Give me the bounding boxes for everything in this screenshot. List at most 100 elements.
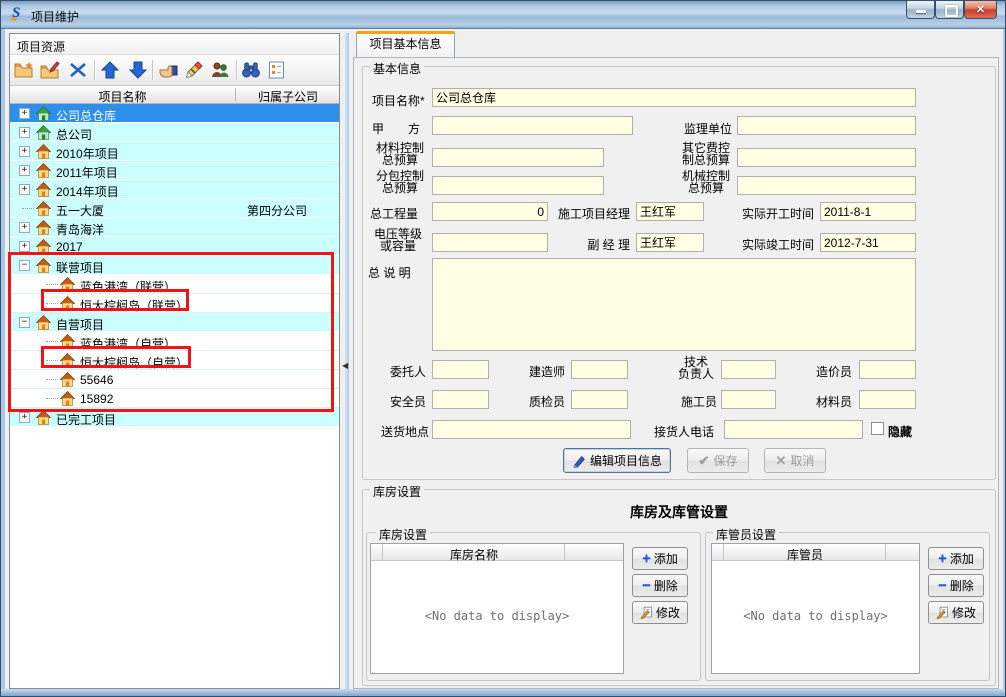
project-name-input[interactable] [432, 88, 916, 107]
tree-item-2[interactable]: + 总公司 [10, 123, 339, 142]
expander-icon[interactable]: + [19, 108, 30, 119]
house-icon [60, 353, 75, 368]
panel-caption: 项目资源 [10, 34, 339, 55]
tree-item-10[interactable]: 蓝色港湾（联营） [10, 275, 339, 294]
quality-inspector-input[interactable] [571, 390, 628, 409]
keeper-add-button[interactable]: + 添加 [928, 547, 984, 570]
column-header-name[interactable]: 项目名称 [10, 88, 235, 105]
tree-item-1[interactable]: +公司总仓库 [10, 104, 339, 123]
minimize-button[interactable] [906, 1, 935, 19]
actual-start-input[interactable] [820, 202, 916, 221]
supervisor-unit-input[interactable] [737, 116, 916, 135]
deputy-manager-input[interactable] [636, 233, 704, 252]
hide-checkbox[interactable] [871, 422, 884, 435]
voltage-input[interactable] [432, 233, 548, 252]
expander-icon[interactable]: + [19, 184, 30, 195]
expander-icon[interactable]: − [19, 317, 30, 328]
tree-item-13[interactable]: 蓝色港湾（自营） [10, 332, 339, 351]
builder-input[interactable] [571, 360, 628, 379]
keeper-column-header[interactable]: 库管员 [725, 546, 885, 563]
expander-icon[interactable]: + [19, 241, 30, 252]
tree-item-4[interactable]: +2011年项目 [10, 161, 339, 180]
view-list-icon[interactable] [267, 60, 287, 80]
move-down-icon[interactable] [128, 60, 148, 80]
tech-lead-input[interactable] [721, 360, 776, 379]
tree-item-11[interactable]: 恒大棕榈岛（联营） [10, 294, 339, 313]
collapse-arrow-icon[interactable]: ◀ [342, 361, 348, 370]
search-binoculars-icon[interactable] [241, 60, 261, 80]
cost-estimator-input[interactable] [859, 360, 916, 379]
tree-item-12[interactable]: −自营项目 [10, 313, 339, 332]
tree-item-15[interactable]: 55646 [10, 370, 339, 389]
delete-icon[interactable] [68, 60, 88, 80]
warehouse-modify-button[interactable]: 修改 [632, 601, 688, 624]
expander-icon[interactable]: + [19, 222, 30, 233]
tree-item-17[interactable]: +已完工项目 [10, 408, 339, 427]
construction-worker-input[interactable] [721, 390, 776, 409]
material-budget-input[interactable] [432, 148, 604, 167]
edit-project-button[interactable]: 编辑项目信息 [563, 448, 671, 473]
column-header-company[interactable]: 归属子公司 [236, 88, 340, 105]
warehouse-remove-button[interactable]: − 删除 [632, 574, 688, 597]
description-textarea[interactable] [432, 258, 916, 351]
title-bar[interactable]: S 项目维护 [1, 1, 1006, 29]
tree-item-6[interactable]: 五一大厦 第四分公司 [10, 199, 339, 218]
tree-item-label: 五一大厦 [56, 202, 104, 219]
house-icon [36, 315, 51, 330]
close-button[interactable]: ✕ [964, 1, 997, 19]
hide-checkbox-label: 隐藏 [888, 423, 912, 440]
delivery-address-input[interactable] [432, 420, 631, 439]
expander-icon[interactable]: + [19, 127, 30, 138]
party-a-input[interactable] [432, 116, 633, 135]
edit-folder-icon[interactable] [40, 60, 60, 80]
keeper-list[interactable]: 库管员 <No data to display> [711, 543, 920, 674]
tree-item-14[interactable]: 恒大棕榈岛（自营） [10, 351, 339, 370]
save-button[interactable]: ✔ 保存 [687, 448, 749, 473]
tree-item-7[interactable]: +青岛海洋 [10, 218, 339, 237]
warehouse-list[interactable]: 库房名称 <No data to display> [370, 543, 624, 674]
expander-icon[interactable]: + [19, 165, 30, 176]
other-fee-budget-input[interactable] [737, 148, 916, 167]
new-folder-icon[interactable] [14, 60, 34, 80]
warehouse-list-header[interactable]: 库房名称 [371, 544, 623, 561]
subcontract-budget-input[interactable] [432, 176, 604, 195]
receiver-phone-label: 接货人电话 [654, 423, 714, 440]
actual-finish-input[interactable] [820, 233, 916, 252]
project-manager-input[interactable] [636, 202, 704, 221]
tree-item-company: 第四分公司 [247, 202, 337, 219]
move-up-icon[interactable] [100, 60, 120, 80]
tree-item-label: 总公司 [56, 126, 92, 143]
tree-item-5[interactable]: +2014年项目 [10, 180, 339, 199]
material-officer-input[interactable] [859, 390, 916, 409]
expander-icon[interactable]: + [19, 412, 30, 423]
panel-splitter[interactable]: ◀ [340, 33, 353, 689]
hand-pointer-icon[interactable] [158, 60, 178, 80]
tree-item-8[interactable]: +2017 [10, 237, 339, 256]
keeper-remove-button[interactable]: − 删除 [928, 574, 984, 597]
safety-officer-input[interactable] [432, 390, 489, 409]
cancel-button[interactable]: ✕ 取消 [764, 448, 826, 473]
keeper-remove-label: 删除 [950, 577, 974, 594]
project-resource-panel: 项目资源 [9, 33, 340, 689]
keeper-list-header[interactable]: 库管员 [712, 544, 919, 561]
receiver-phone-input[interactable] [724, 420, 863, 439]
tab-project-basic-info[interactable]: 项目基本信息 [356, 31, 455, 57]
warehouse-add-button[interactable]: + 添加 [632, 547, 688, 570]
keeper-modify-button[interactable]: 修改 [928, 601, 984, 624]
total-quantity-input[interactable] [432, 202, 548, 221]
house-icon [36, 125, 51, 140]
users-icon[interactable] [210, 60, 230, 80]
tree-item-9[interactable]: −联营项目 [10, 256, 339, 275]
tree-item-3[interactable]: +2010年项目 [10, 142, 339, 161]
tree-item-16[interactable]: 15892 [10, 389, 339, 408]
expander-icon[interactable]: + [19, 146, 30, 157]
expander-icon[interactable]: − [19, 260, 30, 271]
warehouse-column-header[interactable]: 库房名称 [384, 546, 564, 563]
client-input[interactable] [432, 360, 489, 379]
tree-item-label: 2011年项目 [56, 164, 118, 181]
tree-column-headers[interactable]: 项目名称 归属子公司 [10, 86, 339, 104]
maximize-button[interactable] [935, 1, 964, 19]
machinery-budget-input[interactable] [737, 176, 916, 195]
house-icon [36, 239, 51, 254]
pencil-eraser-icon[interactable] [184, 60, 204, 80]
